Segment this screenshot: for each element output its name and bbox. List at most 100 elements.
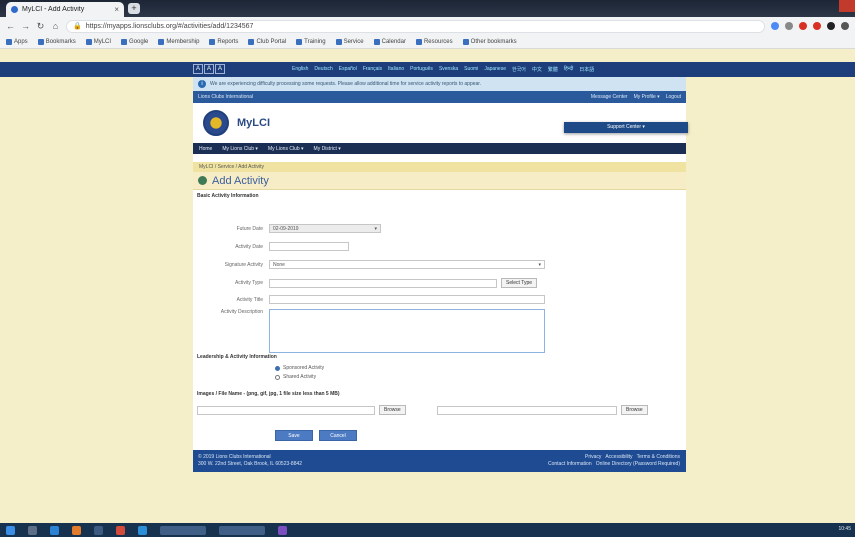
language-link[interactable]: English bbox=[292, 66, 308, 73]
footer-link[interactable]: Online Directory (Password Required) bbox=[596, 461, 680, 467]
new-tab-button[interactable]: + bbox=[128, 3, 140, 14]
future-date-select[interactable]: 02-09-2019 ▾ bbox=[269, 224, 381, 233]
bookmark-item[interactable]: Club Portal bbox=[248, 38, 286, 45]
chrome-taskbar-window[interactable] bbox=[219, 525, 265, 535]
extension-icon[interactable] bbox=[785, 22, 793, 30]
bookmark-item[interactable]: Other bookmarks bbox=[462, 38, 517, 45]
language-link[interactable]: Svenska bbox=[439, 66, 458, 73]
language-link[interactable]: Japanese bbox=[484, 66, 506, 73]
language-link[interactable]: Deutsch bbox=[314, 66, 332, 73]
signature-activity-select[interactable]: None ▾ bbox=[269, 260, 545, 269]
search-icon[interactable] bbox=[28, 525, 37, 535]
nav-my-lions-club-2[interactable]: My Lions Club ▾ bbox=[268, 146, 304, 152]
footer-link[interactable]: Accessibility bbox=[605, 454, 632, 460]
maximize-button[interactable] bbox=[823, 0, 839, 12]
bookmark-icon bbox=[415, 38, 422, 45]
extensions bbox=[771, 22, 849, 30]
support-center-dropdown[interactable]: Support Center ▾ bbox=[564, 122, 688, 133]
profile-icon[interactable] bbox=[827, 22, 835, 30]
app-icon[interactable] bbox=[278, 525, 287, 535]
language-link[interactable]: 한국어 bbox=[512, 66, 526, 73]
browser-tab[interactable]: MyLCI - Add Activity × bbox=[6, 2, 124, 17]
field-label: Signature Activity bbox=[224, 261, 263, 268]
bookmark-item[interactable]: Resources bbox=[415, 38, 453, 45]
extension-icon[interactable] bbox=[813, 22, 821, 30]
browse-button[interactable]: Browse bbox=[379, 405, 406, 415]
activity-description-textarea[interactable] bbox=[269, 309, 545, 353]
bookmark-label: Google bbox=[129, 38, 149, 45]
future-date-value: 02-09-2019 bbox=[273, 226, 299, 232]
language-link[interactable]: Português bbox=[410, 66, 433, 73]
browser-toolbar: ← → ↻ ⌂ 🔒 https://myapps.lionsclubs.org/… bbox=[0, 17, 855, 35]
bookmark-item[interactable]: Calendar bbox=[373, 38, 406, 45]
language-link[interactable]: 日本語 bbox=[579, 66, 594, 73]
app-icon[interactable] bbox=[138, 525, 147, 535]
text-size-small-button[interactable]: A bbox=[193, 64, 203, 74]
footer-link[interactable]: Terms & Conditions bbox=[637, 454, 680, 460]
activity-date-input[interactable] bbox=[269, 242, 349, 251]
extension-icon[interactable] bbox=[771, 22, 779, 30]
language-link[interactable]: 中文 bbox=[532, 66, 542, 73]
form-row-activity-type: Activity Type Select Type bbox=[193, 278, 538, 288]
address-bar[interactable]: 🔒 https://myapps.lionsclubs.org/#/activi… bbox=[66, 19, 765, 33]
language-link[interactable]: 繁體 bbox=[548, 66, 558, 73]
bookmark-item[interactable]: Reports bbox=[209, 38, 239, 45]
folder-icon[interactable] bbox=[72, 525, 81, 535]
start-icon[interactable] bbox=[6, 525, 15, 535]
signature-activity-value: None bbox=[273, 262, 285, 268]
edge-icon[interactable] bbox=[50, 525, 59, 535]
cancel-button[interactable]: Cancel bbox=[319, 430, 357, 441]
bookmark-item[interactable]: Membership bbox=[158, 38, 199, 45]
footer-link[interactable]: Contact Information bbox=[548, 461, 592, 467]
reload-icon[interactable]: ↻ bbox=[36, 21, 45, 32]
url-text: https://myapps.lionsclubs.org/#/activiti… bbox=[85, 22, 254, 30]
language-link[interactable]: Español bbox=[339, 66, 357, 73]
mail-icon[interactable] bbox=[116, 525, 125, 535]
field-label: Activity Date bbox=[235, 243, 263, 250]
my-profile-link[interactable]: My Profile ▾ bbox=[634, 94, 660, 100]
nav-home[interactable]: Home bbox=[199, 146, 212, 152]
close-window-button[interactable] bbox=[839, 0, 855, 12]
extension-icon[interactable] bbox=[799, 22, 807, 30]
bookmark-item[interactable]: Training bbox=[296, 38, 326, 45]
minimize-button[interactable] bbox=[807, 0, 823, 12]
footer-address: 300 W. 22nd Street, Oak Brook, IL 60523-… bbox=[198, 461, 303, 467]
activity-title-input[interactable] bbox=[269, 295, 545, 304]
logout-link[interactable]: Logout bbox=[666, 94, 681, 100]
nav-my-district[interactable]: My District ▾ bbox=[314, 146, 341, 152]
bookmark-label: Reports bbox=[217, 38, 239, 45]
upload-row-1: Browse bbox=[197, 405, 406, 415]
bookmark-item[interactable]: Apps bbox=[6, 38, 28, 45]
language-link[interactable]: हिन्दी bbox=[564, 66, 573, 73]
radio-shared[interactable]: Shared Activity bbox=[275, 374, 316, 380]
forward-icon[interactable]: → bbox=[21, 21, 30, 31]
back-icon[interactable]: ← bbox=[6, 21, 15, 31]
language-link[interactable]: Suomi bbox=[464, 66, 478, 73]
store-icon[interactable] bbox=[94, 525, 103, 535]
text-size-large-button[interactable]: A bbox=[215, 64, 225, 74]
language-link[interactable]: Italiano bbox=[388, 66, 404, 73]
footer-link[interactable]: Privacy bbox=[585, 454, 601, 460]
bookmark-item[interactable]: Service bbox=[335, 38, 364, 45]
text-size-medium-button[interactable]: A bbox=[204, 64, 214, 74]
bookmark-item[interactable]: MyLCI bbox=[85, 38, 111, 45]
browse-button-2[interactable]: Browse bbox=[621, 405, 648, 415]
bookmark-label: Calendar bbox=[381, 38, 406, 45]
home-icon[interactable]: ⌂ bbox=[51, 21, 60, 31]
userbar-left: Lions Clubs International bbox=[198, 94, 254, 100]
language-link[interactable]: Français bbox=[363, 66, 382, 73]
select-type-button[interactable]: Select Type bbox=[501, 278, 538, 288]
bookmark-item[interactable]: Google bbox=[121, 38, 149, 45]
save-button[interactable]: Save bbox=[275, 430, 313, 441]
activity-type-input[interactable] bbox=[269, 278, 497, 288]
bookmark-icon bbox=[158, 38, 165, 45]
taskbar-app-window[interactable] bbox=[160, 525, 206, 535]
file-path-input[interactable] bbox=[197, 405, 375, 415]
close-tab-icon[interactable]: × bbox=[114, 5, 119, 14]
message-center-link[interactable]: Message Center bbox=[591, 94, 628, 100]
menu-icon[interactable] bbox=[841, 22, 849, 30]
radio-sponsored[interactable]: Sponsored Activity bbox=[275, 365, 324, 371]
nav-my-lions-club[interactable]: My Lions Club ▾ bbox=[222, 146, 258, 152]
bookmark-item[interactable]: Bookmarks bbox=[37, 38, 76, 45]
file-path-input-2[interactable] bbox=[437, 405, 617, 415]
